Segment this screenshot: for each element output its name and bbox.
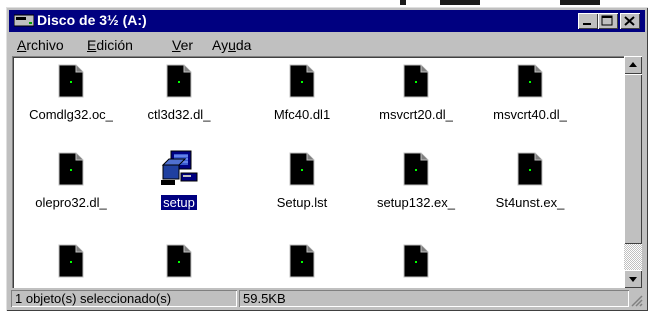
file-icon bbox=[517, 64, 543, 98]
scroll-down-button[interactable] bbox=[624, 270, 642, 288]
file-icon bbox=[289, 152, 315, 186]
status-selection: 1 objeto(s) seleccionado(s) bbox=[11, 290, 237, 307]
file-item-msvcrt20[interactable]: msvcrt20.dl_ bbox=[366, 64, 466, 134]
file-label: olepro32.dl_ bbox=[35, 195, 107, 210]
arrow-down-icon bbox=[629, 277, 637, 282]
vertical-scrollbar[interactable] bbox=[624, 56, 642, 288]
file-icon bbox=[289, 244, 315, 278]
menu-label: dición bbox=[96, 37, 133, 53]
minimize-button[interactable] bbox=[578, 13, 598, 29]
maximize-icon bbox=[601, 15, 613, 26]
file-item-comdlg32[interactable]: Comdlg32.oc_ bbox=[21, 64, 121, 134]
menu-accelerator: u bbox=[228, 37, 236, 53]
file-label: St4unst.ex_ bbox=[495, 195, 565, 210]
title-bar[interactable]: Disco de 3½ (A:) bbox=[9, 10, 645, 32]
file-item-olepro32[interactable]: olepro32.dl_ bbox=[21, 152, 121, 222]
resize-grip-icon[interactable] bbox=[629, 293, 643, 307]
file-label: Comdlg32.oc_ bbox=[29, 107, 113, 122]
menu-label: rchivo bbox=[26, 37, 64, 53]
file-item-setup132[interactable]: setup132.ex_ bbox=[366, 152, 466, 222]
file-icon bbox=[58, 64, 84, 98]
maximize-button[interactable] bbox=[598, 13, 618, 29]
file-icon bbox=[166, 244, 192, 278]
explorer-window: Disco de 3½ (A:) Archivo Edición Ver Ayu… bbox=[6, 7, 648, 311]
close-button[interactable] bbox=[620, 13, 640, 29]
menu-accelerator: A bbox=[17, 37, 27, 53]
file-label: Setup.lst bbox=[276, 195, 328, 210]
file-icon bbox=[517, 152, 543, 186]
file-item[interactable] bbox=[252, 244, 352, 288]
menu-label-prefix: Ay bbox=[212, 37, 229, 53]
floppy-drive-icon bbox=[14, 14, 34, 27]
menu-archivo[interactable]: Archivo bbox=[17, 37, 64, 53]
file-label: msvcrt20.dl_ bbox=[379, 107, 453, 122]
file-item[interactable] bbox=[129, 244, 229, 288]
menu-ver[interactable]: Ver bbox=[172, 37, 193, 53]
file-label: Mfc40.dl1 bbox=[273, 107, 331, 122]
desktop-fragment bbox=[400, 0, 406, 5]
file-item-setup[interactable]: setup bbox=[129, 150, 229, 222]
menu-bar: Archivo Edición Ver Ayuda bbox=[9, 34, 645, 56]
file-label: setup132.ex_ bbox=[376, 195, 456, 210]
file-item-mfc40[interactable]: Mfc40.dl1 bbox=[252, 64, 352, 134]
file-item[interactable] bbox=[21, 244, 121, 288]
file-icon bbox=[403, 244, 429, 278]
window-title: Disco de 3½ (A:) bbox=[37, 12, 147, 28]
menu-label: er bbox=[180, 37, 194, 53]
file-item-ctl3d32[interactable]: ctl3d32.dl_ bbox=[129, 64, 229, 134]
desktop-fragment bbox=[560, 0, 600, 5]
menu-accelerator: E bbox=[87, 37, 97, 53]
menu-edicion[interactable]: Edición bbox=[87, 37, 133, 53]
arrow-up-icon bbox=[629, 62, 637, 67]
scroll-up-button[interactable] bbox=[624, 56, 642, 74]
menu-label: da bbox=[235, 37, 252, 53]
scroll-thumb[interactable] bbox=[624, 74, 642, 244]
file-label-selected: setup bbox=[129, 195, 229, 210]
file-item-msvcrt40[interactable]: msvcrt40.dl_ bbox=[480, 64, 580, 134]
file-item[interactable] bbox=[366, 244, 466, 288]
file-icon bbox=[289, 64, 315, 98]
file-item-setup-lst[interactable]: Setup.lst bbox=[252, 152, 352, 222]
file-list-view[interactable]: Comdlg32.oc_ ctl3d32.dl_ Mfc40.dl1 msvcr… bbox=[12, 56, 624, 288]
file-label: setup bbox=[161, 195, 197, 210]
file-item-st4unst[interactable]: St4unst.ex_ bbox=[480, 152, 580, 222]
file-icon bbox=[58, 244, 84, 278]
file-icon bbox=[403, 152, 429, 186]
menu-ayuda[interactable]: Ayuda bbox=[212, 37, 251, 53]
setup-program-icon bbox=[161, 150, 198, 185]
status-bar: 1 objeto(s) seleccionado(s) 59.5KB bbox=[9, 289, 645, 309]
status-size: 59.5KB bbox=[239, 290, 629, 307]
file-icon bbox=[58, 152, 84, 186]
file-icon bbox=[403, 64, 429, 98]
menu-accelerator: V bbox=[172, 37, 181, 53]
file-label: msvcrt40.dl_ bbox=[493, 107, 567, 122]
close-icon bbox=[624, 16, 635, 26]
desktop-fragment bbox=[440, 0, 480, 5]
file-label: ctl3d32.dl_ bbox=[147, 107, 211, 122]
file-icon bbox=[166, 64, 192, 98]
minimize-icon bbox=[583, 23, 591, 25]
